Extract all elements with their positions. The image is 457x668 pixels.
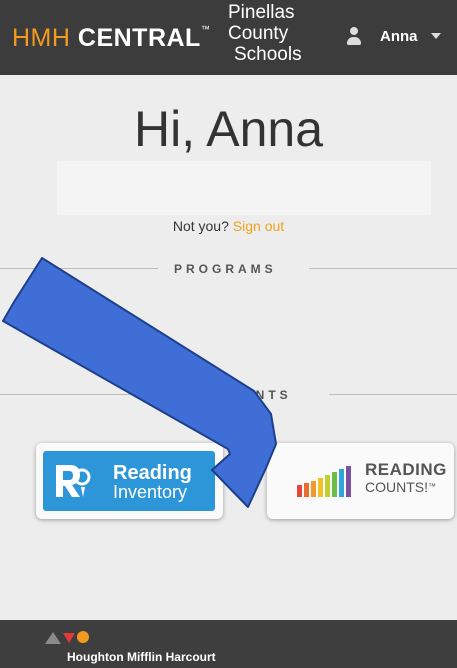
reading-counts-wordmark: READING COUNTS!™ [365, 460, 447, 496]
reading-inventory-tile[interactable]: Reading Inventory [36, 443, 223, 519]
reading-inventory-wordmark: Reading Inventory [113, 463, 192, 501]
caret-down-icon [430, 33, 441, 39]
brand-prefix: HMH [12, 24, 71, 52]
divider-line-left [0, 394, 150, 395]
divider-line-left [0, 268, 158, 269]
greeting-heading: Hi, Anna [133, 101, 323, 157]
assessments-section-label: ASSESSMENTS [157, 388, 292, 402]
hmh-logo-icon [45, 631, 89, 644]
programs-section-label: PROGRAMS [174, 262, 277, 276]
divider-line-right [329, 394, 457, 395]
trademark: ™ [200, 24, 211, 34]
footer-company-name: Houghton Mifflin Harcourt [67, 650, 216, 664]
divider-line-right [309, 268, 457, 269]
district-line-1: Pinellas [228, 2, 295, 23]
reading-inventory-logo: Reading Inventory [43, 451, 215, 511]
reading-inventory-line1: Reading [113, 462, 192, 484]
footer-bar: Houghton Mifflin Harcourt [0, 620, 457, 668]
user-menu[interactable]: Anna [346, 26, 441, 46]
top-bar: HMH CENTRAL™ Pinellas County Schools Ann… [0, 0, 457, 75]
brand-main: CENTRAL [77, 24, 201, 52]
not-you-text: Not you? [172, 218, 229, 234]
reading-counts-line2: COUNTS!™ [365, 479, 447, 495]
sign-out-link[interactable]: Sign out [233, 218, 284, 234]
hmh-central-logo[interactable]: HMH CENTRAL™ [12, 24, 210, 53]
reading-counts-line1: READING [365, 460, 447, 479]
not-you-row: Not you? Sign out [0, 218, 457, 234]
district-line-3: Schools [234, 44, 302, 65]
user-icon [346, 27, 362, 45]
reading-inventory-line2: Inventory [113, 482, 188, 502]
reading-counts-trademark: ™ [428, 482, 436, 491]
programs-divider: PROGRAMS [0, 262, 457, 276]
district-name: Pinellas County Schools [228, 2, 328, 65]
reading-counts-bars-icon [297, 466, 351, 497]
reading-counts-tile[interactable]: READING COUNTS!™ [267, 443, 454, 519]
user-name: Anna [380, 27, 418, 45]
info-panel [57, 161, 431, 215]
district-line-2: County [228, 23, 289, 44]
reading-counts-line2-text: COUNTS! [365, 479, 428, 495]
assessments-divider: ASSESSMENTS [0, 388, 457, 402]
reading-inventory-icon [56, 465, 91, 497]
